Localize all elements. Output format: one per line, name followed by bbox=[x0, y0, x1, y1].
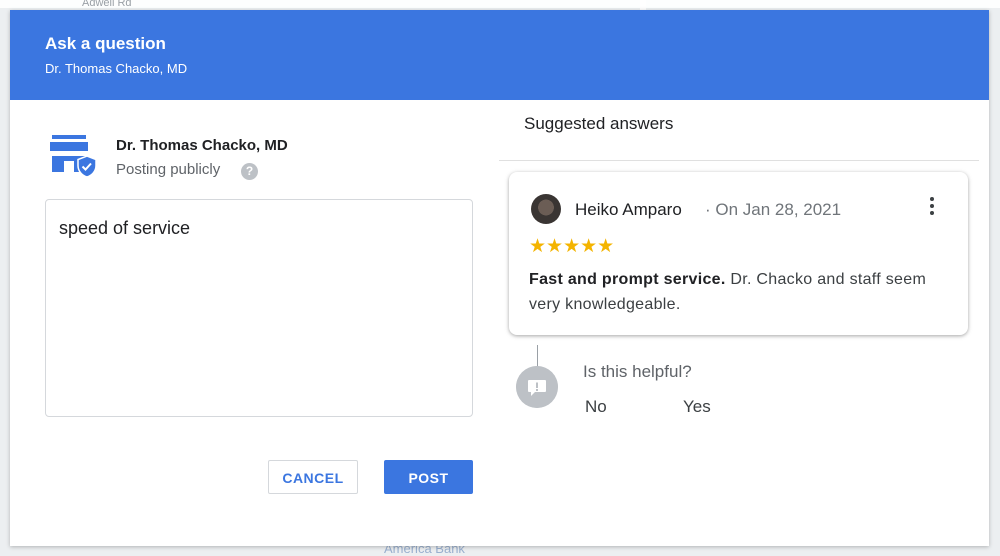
poster-info: Dr. Thomas Chacko, MD Posting publicly ? bbox=[50, 130, 480, 190]
star-rating: ★★★★★ bbox=[529, 236, 615, 257]
question-input[interactable]: speed of service bbox=[45, 199, 473, 417]
avatar[interactable] bbox=[531, 194, 561, 224]
cancel-button[interactable]: CANCEL bbox=[268, 460, 358, 494]
review-text: Fast and prompt service. Dr. Chacko and … bbox=[529, 267, 949, 317]
dialog-subtitle: Dr. Thomas Chacko, MD bbox=[45, 61, 188, 76]
reviewer-name[interactable]: Heiko Amparo bbox=[575, 200, 682, 220]
feedback-icon bbox=[516, 366, 558, 408]
dialog-title: Ask a question bbox=[45, 34, 166, 53]
map-street-label: Adwell Rd bbox=[82, 0, 132, 9]
dialog-header: Ask a question Dr. Thomas Chacko, MD bbox=[10, 10, 989, 100]
ask-question-dialog: Ask a question Dr. Thomas Chacko, MD Dr.… bbox=[10, 10, 989, 546]
posting-visibility: Posting publicly bbox=[116, 161, 221, 178]
more-options-icon[interactable] bbox=[925, 194, 939, 218]
thread-connector bbox=[537, 345, 538, 367]
poster-name: Dr. Thomas Chacko, MD bbox=[116, 137, 288, 154]
storefront-verified-icon bbox=[50, 135, 97, 178]
helpful-yes-button[interactable]: Yes bbox=[683, 397, 711, 417]
suggested-answers-title: Suggested answers bbox=[524, 114, 674, 133]
help-icon[interactable]: ? bbox=[241, 163, 258, 180]
review-date: · On Jan 28, 2021 bbox=[705, 200, 842, 219]
suggested-answer-card: Heiko Amparo · On Jan 28, 2021 ★★★★★ Fas… bbox=[509, 172, 968, 335]
helpful-no-button[interactable]: No bbox=[585, 397, 607, 417]
helpful-question: Is this helpful? bbox=[583, 362, 692, 381]
divider bbox=[499, 160, 979, 161]
question-text: speed of service bbox=[59, 218, 191, 238]
review-highlight: Fast and prompt service. bbox=[529, 271, 726, 288]
post-button[interactable]: POST bbox=[384, 460, 473, 494]
